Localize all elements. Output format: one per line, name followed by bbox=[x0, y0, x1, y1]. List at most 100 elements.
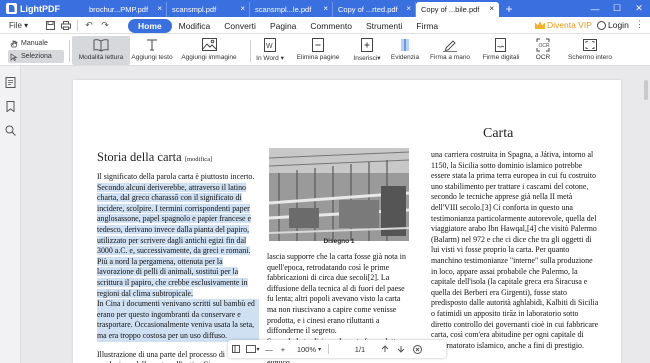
sidebar-toggle-icon[interactable] bbox=[228, 340, 244, 358]
close-tab-icon[interactable]: × bbox=[489, 4, 494, 13]
paragraph: una carriera costruita in Spagna, a Játi… bbox=[431, 150, 599, 350]
ribbon-toolbar: Manuale Seleziona Modalità lettura Aggiu… bbox=[0, 34, 650, 66]
digital-signatures-label: Firme digitali bbox=[482, 54, 520, 61]
close-window-icon[interactable]: ✕ bbox=[628, 0, 650, 17]
left-sidebar bbox=[0, 66, 21, 363]
in-word-label: In Word ▾ bbox=[256, 55, 284, 62]
page-prev-area bbox=[329, 340, 343, 358]
page-title: Carta bbox=[483, 126, 514, 141]
vip-label: Diventa VIP bbox=[547, 20, 592, 30]
tab-document-3[interactable]: scansmpl...le.pdf × bbox=[250, 2, 333, 17]
svg-text:OCR: OCR bbox=[539, 43, 551, 49]
text-icon bbox=[147, 39, 157, 50]
next-page-button[interactable] bbox=[393, 340, 409, 358]
close-tab-icon[interactable]: × bbox=[157, 4, 162, 13]
left-text-column: Il significato della parola carta è piut… bbox=[97, 172, 259, 363]
hand-icon bbox=[10, 40, 18, 47]
search-icon[interactable] bbox=[5, 125, 16, 136]
tab-document-5[interactable]: Copy of ...bile.pdf × bbox=[416, 2, 499, 17]
save-icon[interactable] bbox=[42, 18, 58, 32]
highlighted-text: Secondo alcuni deriverebbe, attraverso i… bbox=[97, 182, 252, 298]
login-button[interactable]: Login bbox=[597, 20, 629, 30]
book-icon bbox=[93, 38, 109, 52]
highlight-button[interactable]: Evidenzia bbox=[388, 36, 422, 65]
divider bbox=[77, 19, 78, 31]
svg-text:W: W bbox=[266, 43, 273, 50]
minimize-icon[interactable]: — bbox=[584, 0, 606, 17]
thumbnails-icon[interactable] bbox=[5, 77, 16, 88]
menu-home[interactable]: Home bbox=[128, 18, 172, 33]
fullscreen-icon bbox=[583, 38, 597, 51]
app-logo: LightPDF bbox=[0, 3, 84, 14]
close-tab-icon[interactable]: × bbox=[406, 4, 411, 13]
tab-label: brochur...PMP.pdf bbox=[89, 5, 149, 14]
zoom-in-button[interactable]: + bbox=[276, 340, 290, 358]
tab-label: Copy of ...rted.pdf bbox=[338, 5, 398, 14]
handwritten-sign-label: Firma a mano bbox=[429, 54, 471, 61]
previous-page-button[interactable] bbox=[377, 340, 393, 358]
digital-signature-icon bbox=[494, 37, 506, 52]
bookmark-icon[interactable] bbox=[5, 101, 16, 112]
app-window: LightPDF brochur...PMP.pdf × scansmpl.pdf… bbox=[0, 0, 650, 363]
close-zoombar-icon[interactable] bbox=[409, 340, 425, 358]
close-tab-icon[interactable]: × bbox=[240, 4, 245, 13]
window-controls: — ☐ ✕ bbox=[584, 0, 650, 17]
menu-commento[interactable]: Commento bbox=[303, 19, 359, 33]
tab-label: scansmpl...le.pdf bbox=[255, 5, 312, 14]
crown-icon bbox=[535, 21, 545, 29]
more-icon[interactable]: ⋮ bbox=[635, 19, 644, 30]
tab-document-1[interactable]: brochur...PMP.pdf × bbox=[84, 2, 167, 17]
ocr-icon: OCR bbox=[536, 38, 551, 51]
reading-mode-button[interactable]: Modalità lettura bbox=[72, 36, 130, 65]
vip-button[interactable]: Diventa VIP bbox=[535, 20, 592, 30]
divider bbox=[69, 40, 70, 62]
divider bbox=[250, 40, 251, 62]
vertical-scrollbar[interactable] bbox=[644, 80, 648, 100]
close-tab-icon[interactable]: × bbox=[323, 4, 328, 13]
ocr-label: OCR bbox=[535, 54, 551, 61]
menu-firma[interactable]: Firma bbox=[409, 19, 445, 33]
highlighted-paragraph: In Cina i documenti venivano scritti sul… bbox=[97, 299, 259, 342]
menu-converti[interactable]: Converti bbox=[217, 19, 263, 33]
select-mode-button[interactable]: Seleziona bbox=[8, 50, 64, 63]
edit-link[interactable]: [modifica] bbox=[185, 156, 212, 163]
undo-icon[interactable]: ↶ bbox=[81, 18, 97, 32]
interaction-modes: Manuale Seleziona bbox=[8, 37, 64, 63]
fullscreen-button[interactable]: Schermo intero bbox=[566, 36, 614, 65]
article-title: Storia della carta [modifica] bbox=[97, 150, 213, 164]
menu-pagina[interactable]: Pagina bbox=[263, 19, 303, 33]
zoom-level-select[interactable]: 100% ▾ bbox=[290, 340, 328, 358]
new-tab-button[interactable]: + bbox=[501, 2, 517, 16]
reading-mode-label: Modalità lettura bbox=[78, 54, 124, 61]
delete-pages-button[interactable]: Elimina pagine bbox=[292, 36, 344, 65]
menu-modifica[interactable]: Modifica bbox=[172, 19, 218, 33]
convert-to-word-button[interactable]: W In Word ▾ bbox=[254, 36, 286, 65]
menu-strumenti[interactable]: Strumenti bbox=[359, 19, 409, 33]
manual-mode-button[interactable]: Manuale bbox=[8, 37, 64, 50]
handwritten-sign-button[interactable]: Firma a mano bbox=[430, 36, 470, 65]
ocr-button[interactable]: OCR OCR bbox=[530, 36, 556, 65]
digital-signatures-button[interactable]: Firme digitali bbox=[478, 36, 524, 65]
app-name: LightPDF bbox=[20, 3, 60, 14]
tab-label: scansmpl.pdf bbox=[172, 5, 217, 14]
add-image-label: Aggiungi immagine bbox=[181, 54, 237, 61]
maximize-icon[interactable]: ☐ bbox=[606, 0, 628, 17]
add-text-button[interactable]: Aggiungi testo bbox=[130, 36, 174, 65]
add-image-button[interactable]: Aggiungi immagine bbox=[177, 36, 241, 65]
document-page: Carta Storia della carta [modifica] Il s… bbox=[73, 80, 621, 363]
insert-label: Inserisci▾ bbox=[353, 55, 381, 62]
zoom-out-button[interactable]: — bbox=[262, 340, 276, 358]
paragraph: lascia supporre che la carta fosse già n… bbox=[267, 252, 406, 336]
highlight-icon bbox=[401, 38, 409, 51]
select-mode-label: Seleziona bbox=[21, 53, 52, 60]
file-menu[interactable]: File ▾ bbox=[0, 21, 42, 30]
tab-document-4[interactable]: Copy of ...rted.pdf × bbox=[333, 2, 416, 17]
redo-icon[interactable]: ↷ bbox=[97, 18, 113, 32]
print-icon[interactable] bbox=[58, 18, 74, 32]
cursor-icon bbox=[10, 52, 18, 61]
page-indicator[interactable]: 1/1 bbox=[343, 340, 377, 358]
tab-document-2[interactable]: scansmpl.pdf × bbox=[167, 2, 250, 17]
fullscreen-label: Schermo intero bbox=[567, 54, 613, 61]
insert-button[interactable]: Inserisci▾ bbox=[350, 36, 384, 65]
fit-page-icon[interactable]: ▾ bbox=[244, 340, 262, 358]
